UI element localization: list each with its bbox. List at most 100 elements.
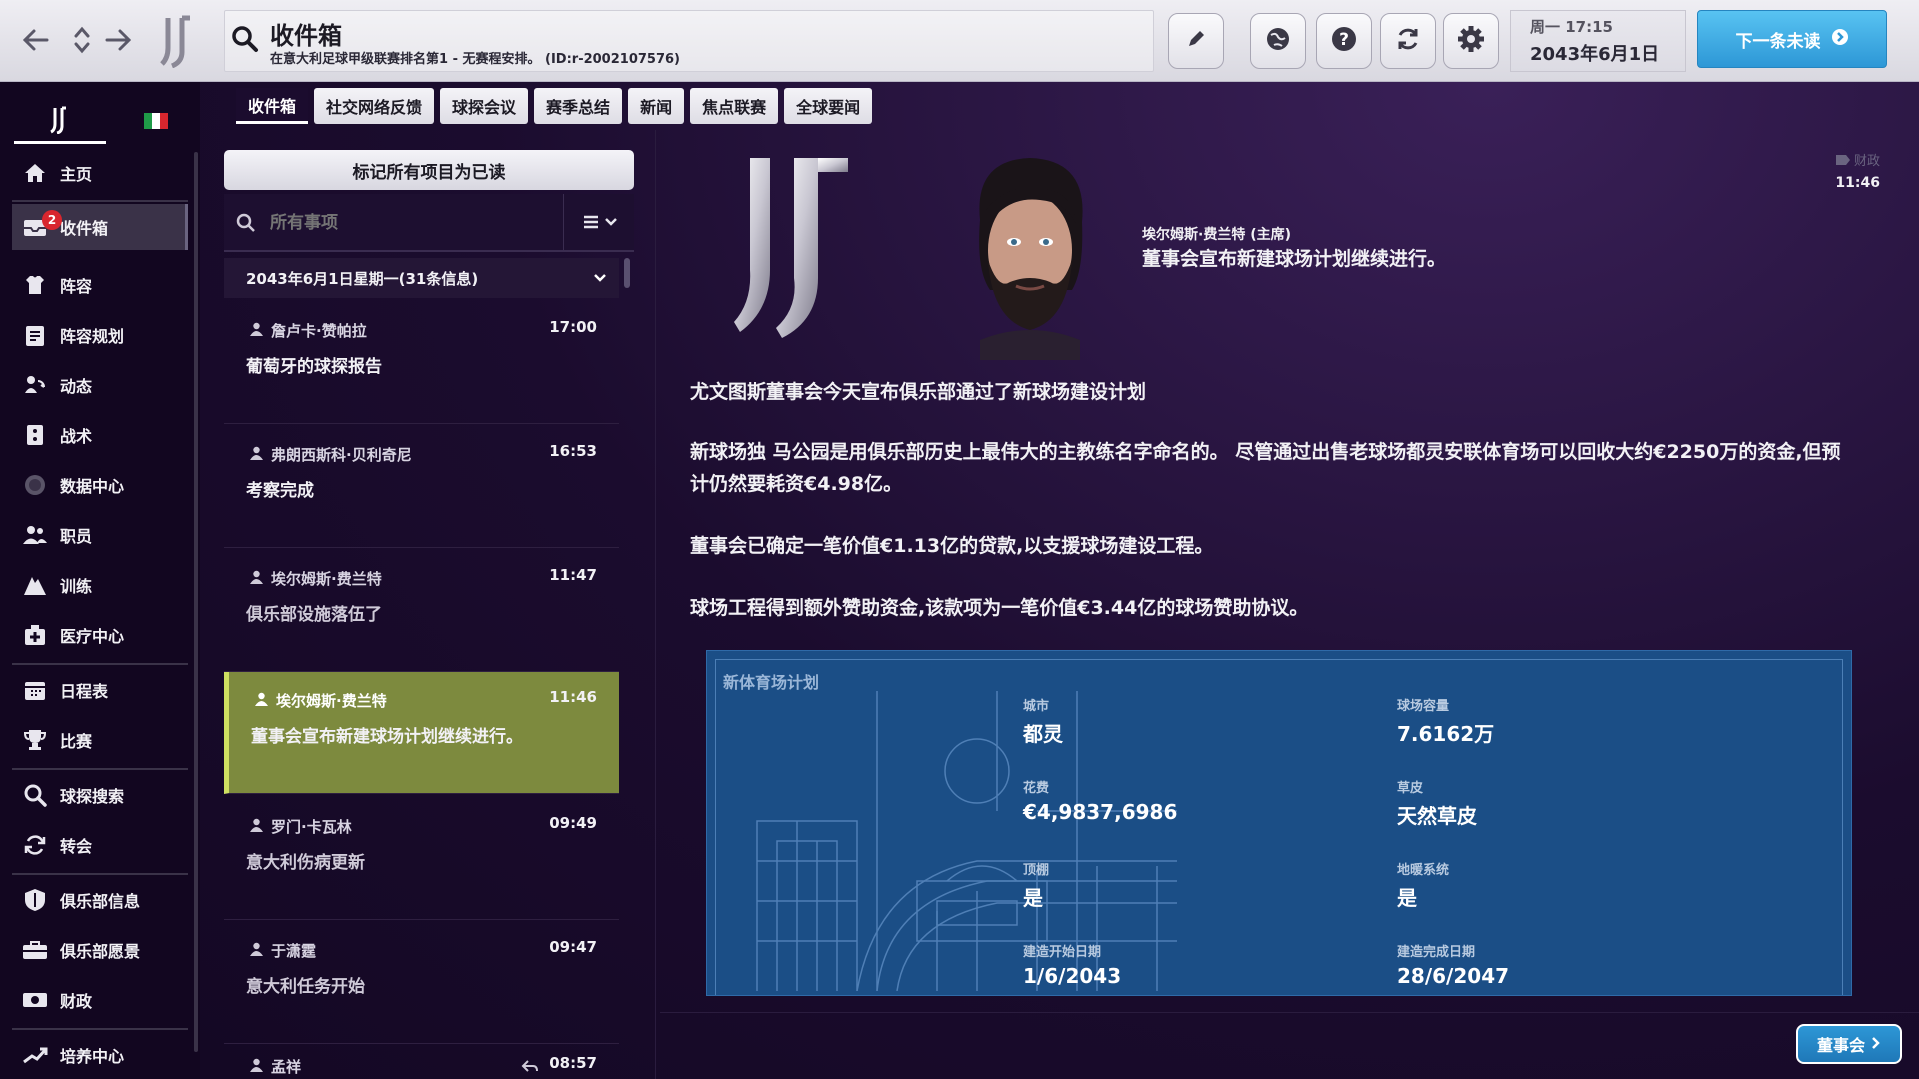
- sidebar-item-scouting[interactable]: 球探搜索: [12, 772, 188, 818]
- tab-news[interactable]: 新闻: [628, 88, 685, 124]
- stadium-end-value: 28/6/2047: [1397, 964, 1510, 988]
- tag-icon: [1835, 154, 1850, 169]
- sidebar-item-schedule[interactable]: 日程表: [12, 667, 188, 713]
- tab-inbox[interactable]: 收件箱: [236, 88, 309, 124]
- person-icon: [250, 818, 263, 836]
- stadium-city-value: 都灵: [1023, 722, 1063, 746]
- sidebar-item-transfers[interactable]: 转会: [12, 822, 188, 868]
- refresh-icon: [1394, 25, 1422, 57]
- message-sender: 罗门·卡瓦林: [250, 816, 352, 837]
- globe-icon: [1264, 25, 1292, 57]
- message-item[interactable]: 詹卢卡·赞帕拉 17:00 葡萄牙的球探报告: [224, 302, 619, 424]
- sidebar-item-label: 培养中心: [60, 1047, 125, 1066]
- transfer-icon: [22, 832, 48, 858]
- sender-name: 于潇霆: [271, 942, 317, 960]
- mark-all-read-button[interactable]: 标记所有项目为已读: [224, 150, 634, 190]
- current-date: 2043年6月1日: [1530, 44, 1660, 65]
- sidebar-item-medical[interactable]: 医疗中心: [12, 612, 188, 658]
- forward-arrow-icon[interactable]: [98, 18, 138, 62]
- sidebar-item-dynamics[interactable]: 动态: [12, 362, 188, 408]
- next-unread-button[interactable]: 下一条未读: [1697, 10, 1887, 68]
- data-icon: [22, 472, 48, 498]
- board-button[interactable]: 董事会: [1796, 1024, 1902, 1064]
- training-icon: [22, 572, 48, 598]
- date-group-header[interactable]: 2043年6月1日星期一(31条信息): [224, 258, 619, 298]
- sidebar-divider: [12, 1028, 188, 1030]
- message-item[interactable]: 罗门·卡瓦林 09:49 意大利伤病更新: [224, 798, 619, 920]
- stadium-heating-value: 是: [1397, 886, 1417, 910]
- inbox-unread-badge: 2: [42, 210, 62, 230]
- home-icon: [22, 160, 48, 186]
- sidebar-item-inbox[interactable]: 2 收件箱: [12, 204, 188, 250]
- next-unread-label: 下一条未读: [1735, 31, 1821, 52]
- tab-world-news[interactable]: 全球要闻: [784, 88, 873, 124]
- tab-scouting-meeting[interactable]: 球探会议: [440, 88, 529, 124]
- chevron-right-icon: [1871, 1035, 1881, 1054]
- back-arrow-icon[interactable]: [16, 18, 56, 62]
- stadium-roof-label: 顶棚: [1023, 863, 1050, 878]
- sidebar-item-finances[interactable]: 财政: [12, 977, 188, 1023]
- stadium-cost-label: 花费: [1023, 781, 1050, 796]
- message-item[interactable]: 于潇霆 09:47 意大利任务开始: [224, 922, 619, 1044]
- tab-season-review[interactable]: 赛季总结: [534, 88, 623, 124]
- person-icon: [250, 570, 263, 588]
- sidebar-scrollbar[interactable]: [194, 152, 198, 1052]
- message-paragraph: 尤文图斯董事会今天宣布俱乐部通过了新球场建设计划: [690, 381, 1147, 403]
- inbox-icon: 2: [22, 210, 62, 240]
- settings-icon: [1456, 24, 1486, 58]
- sidebar-item-squad-planner[interactable]: 阵容规划: [12, 312, 188, 358]
- sidebar: 主页 2 收件箱 阵容 阵容规划 动态 战术 数据中心 职员 训练 医疗中心 日…: [0, 82, 200, 1079]
- message-item[interactable]: 弗朗西斯科·贝利奇尼 16:53 考察完成: [224, 426, 619, 548]
- category-tag-label: 财政: [1853, 154, 1880, 169]
- globe-button[interactable]: [1250, 13, 1306, 69]
- arrow-right-circle-icon: [1831, 28, 1849, 51]
- message-sender-role: 埃尔姆斯·费兰特 (主席): [1142, 227, 1291, 243]
- sidebar-item-label: 阵容规划: [60, 327, 125, 346]
- sidebar-item-label: 日程表: [60, 682, 109, 701]
- filter-separator: [563, 194, 564, 252]
- vision-icon: [22, 937, 48, 963]
- message-time: 17:00: [549, 318, 597, 336]
- tab-bar: 收件箱 社交网络反馈 球探会议 赛季总结 新闻 焦点联赛 全球要闻: [236, 88, 873, 124]
- edit-button[interactable]: [1168, 13, 1224, 69]
- updown-icon[interactable]: [62, 18, 102, 62]
- sidebar-item-staff[interactable]: 职员: [12, 512, 188, 558]
- sidebar-item-tactics[interactable]: 战术: [12, 412, 188, 458]
- sidebar-item-home[interactable]: 主页: [12, 150, 188, 196]
- sender-name: 埃尔姆斯·费兰特: [276, 692, 387, 710]
- shirt-icon: [22, 272, 48, 298]
- sidebar-item-data-hub[interactable]: 数据中心: [12, 462, 188, 508]
- sidebar-nation-tab[interactable]: [110, 102, 202, 144]
- sidebar-item-club-vision[interactable]: 俱乐部愿景: [12, 927, 188, 973]
- message-item[interactable]: 埃尔姆斯·费兰特 11:47 俱乐部设施落伍了: [224, 550, 619, 672]
- refresh-button[interactable]: [1380, 13, 1436, 69]
- sidebar-item-competitions[interactable]: 比赛: [12, 717, 188, 763]
- sidebar-item-development[interactable]: 培养中心: [12, 1032, 188, 1078]
- message-item[interactable]: 孟祥 08:57: [224, 1046, 619, 1079]
- sidebar-item-squad[interactable]: 阵容: [12, 262, 188, 308]
- sidebar-item-label: 俱乐部信息: [60, 892, 141, 911]
- clipboard-icon: [22, 322, 48, 348]
- category-tag[interactable]: 财政: [1800, 150, 1880, 169]
- sidebar-divider: [12, 873, 188, 875]
- list-menu-icon[interactable]: [582, 212, 620, 236]
- list-scrollbar[interactable]: [624, 258, 630, 288]
- message-item-selected[interactable]: 埃尔姆斯·费兰特 11:46 董事会宣布新建球场计划继续进行。: [224, 672, 619, 794]
- sidebar-item-training[interactable]: 训练: [12, 562, 188, 608]
- medical-icon: [22, 622, 48, 648]
- club-logo[interactable]: [160, 14, 200, 69]
- finance-icon: [22, 987, 48, 1013]
- tab-social-feedback[interactable]: 社交网络反馈: [314, 88, 435, 124]
- sidebar-item-club-info[interactable]: 俱乐部信息: [12, 877, 188, 923]
- tab-focus-league[interactable]: 焦点联赛: [690, 88, 779, 124]
- help-button[interactable]: ?: [1316, 13, 1372, 69]
- sidebar-item-label: 财政: [60, 992, 93, 1011]
- message-sender: 埃尔姆斯·费兰特: [255, 690, 387, 711]
- sidebar-club-tab[interactable]: [14, 102, 106, 144]
- search-icon[interactable]: [230, 24, 260, 58]
- settings-button[interactable]: [1443, 13, 1499, 69]
- stadium-roof: 顶棚 是: [1023, 859, 1049, 911]
- inbox-filter-input[interactable]: [270, 210, 550, 236]
- sidebar-divider: [12, 663, 188, 665]
- board-button-label: 董事会: [1816, 1036, 1865, 1055]
